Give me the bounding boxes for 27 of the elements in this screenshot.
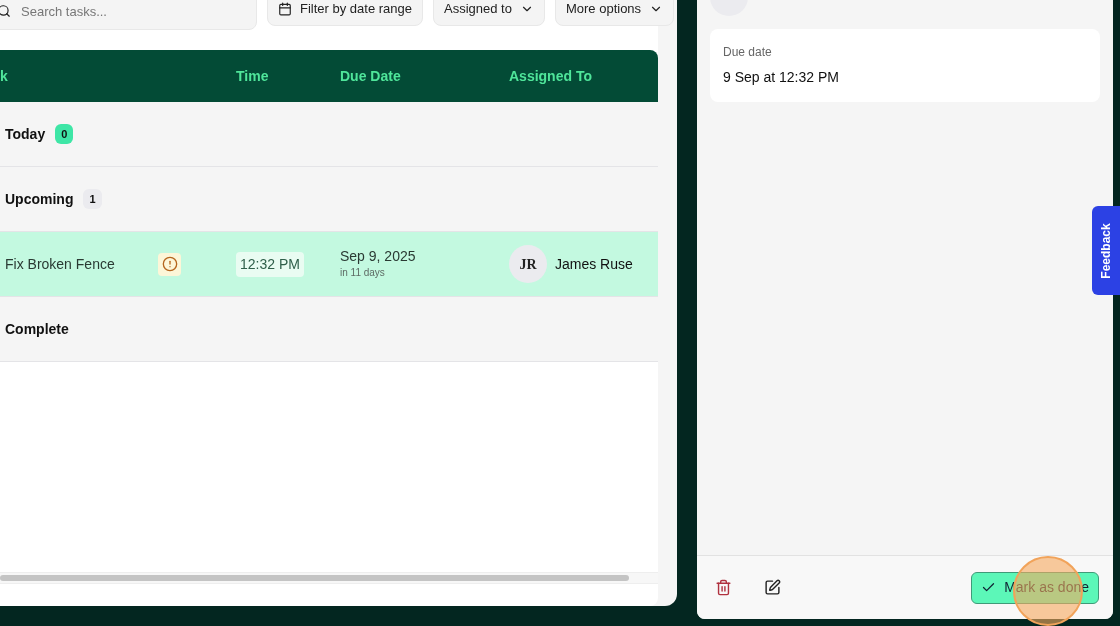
task-row[interactable]: Fix Broken Fence 12:32 PM Sep 9, 2025 in 11 days JR James Ruse <box>0 232 658 297</box>
due-date: Sep 9, 2025 <box>340 247 417 266</box>
column-header: Assigned To <box>509 67 592 84</box>
count-badge: 1 <box>83 188 102 210</box>
column-header: Time <box>236 67 269 84</box>
field-label: Due date <box>723 44 773 61</box>
edit-button[interactable] <box>762 577 783 598</box>
group-title: Today <box>5 124 46 144</box>
search-icon <box>0 4 11 18</box>
column-header: Due Date <box>340 67 401 84</box>
count-badge: 0 <box>55 123 74 145</box>
time-chip: 12:32 PM <box>236 251 304 277</box>
due-relative: in 11 days <box>340 266 386 281</box>
task-name: Fix Broken Fence <box>5 254 116 274</box>
group-title: Complete <box>5 319 69 339</box>
dropdown-button[interactable]: More options <box>554 0 675 26</box>
assignee-name: James Ruse <box>555 254 633 274</box>
scrollbar-thumb[interactable] <box>0 575 629 581</box>
feedback-tab[interactable]: Feedback <box>1092 206 1120 295</box>
calendar-icon <box>278 2 292 16</box>
avatar: JR <box>509 245 547 283</box>
search-field[interactable]: Search tasks... <box>0 0 257 30</box>
filter-button[interactable]: Filter by date range <box>267 0 423 26</box>
field-value: 9 Sep at 12:32 PM <box>723 68 840 87</box>
column-header: k <box>0 67 8 84</box>
group-title: Upcoming <box>5 189 74 209</box>
dropdown-button[interactable]: Assigned to <box>433 0 545 26</box>
